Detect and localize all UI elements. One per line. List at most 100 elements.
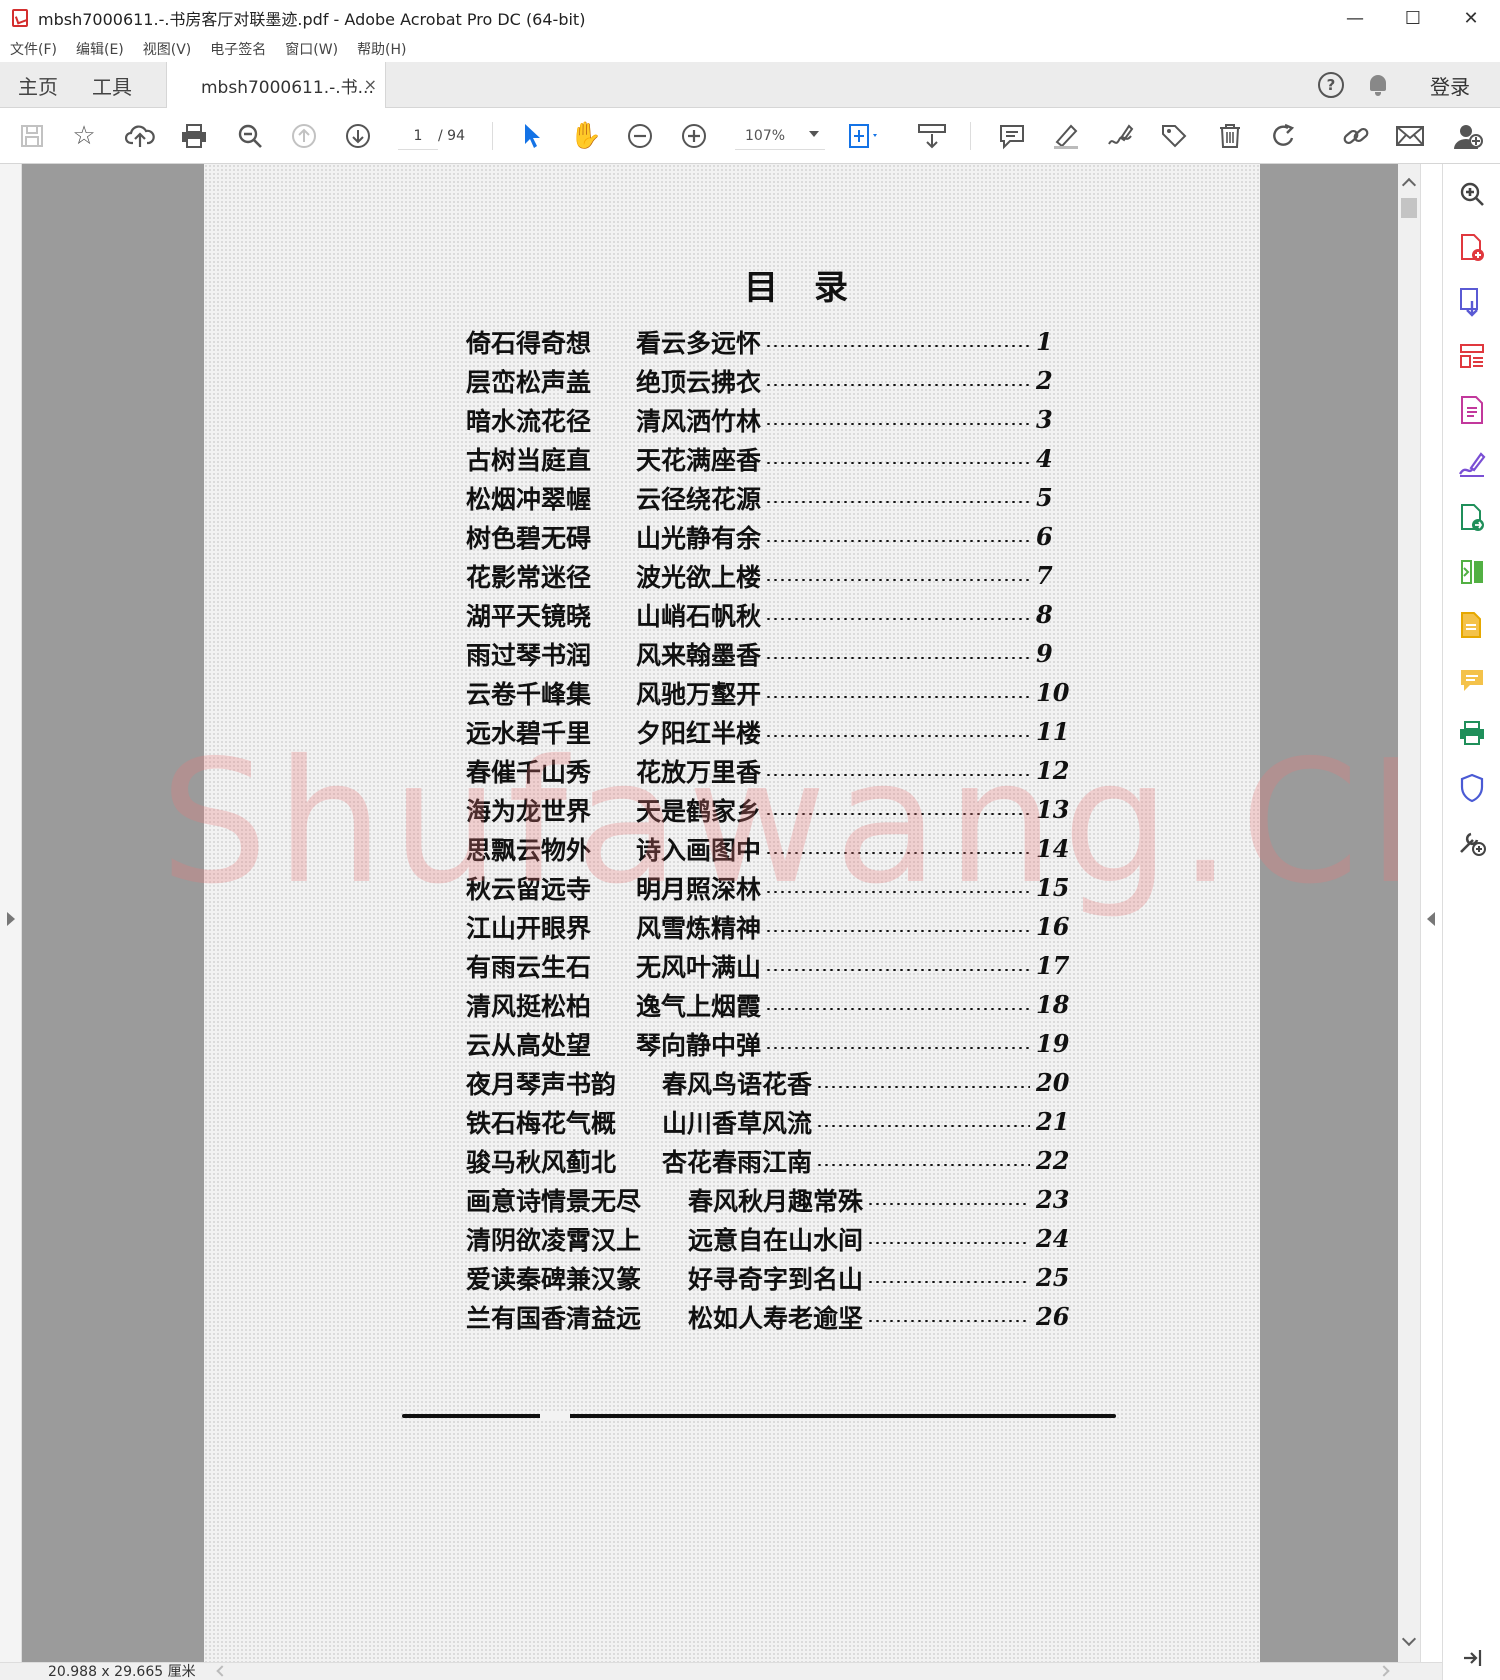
menu-esign[interactable]: 电子签名 — [210, 39, 266, 59]
close-button[interactable]: ✕ — [1442, 0, 1500, 36]
acrobat-app-icon — [12, 9, 28, 27]
save-icon[interactable] — [14, 118, 50, 154]
toc-upper-line: 有雨云生石 — [466, 952, 592, 982]
vertical-scrollbar[interactable] — [1398, 164, 1420, 1662]
toc-row: 远水碧千里 夕阳红半楼 11 — [466, 712, 1069, 751]
toc-row: 清风挺松柏 逸气上烟霞 18 — [466, 985, 1069, 1024]
toc-page-number: 16 — [1036, 912, 1070, 941]
tab-close-icon[interactable]: × — [364, 75, 377, 94]
export-pdf-icon[interactable] — [1456, 286, 1488, 318]
toc-row: 有雨云生石 无风叶满山 17 — [466, 946, 1069, 985]
toc-leader-dots — [765, 421, 1030, 426]
menu-file[interactable]: 文件(F) — [10, 39, 57, 59]
scroll-left-icon[interactable] — [216, 1665, 228, 1677]
organize-pages-icon[interactable] — [1456, 340, 1488, 372]
select-arrow-icon[interactable] — [514, 118, 550, 154]
protect-icon[interactable] — [1456, 772, 1488, 804]
toc-page-number: 3 — [1036, 405, 1053, 434]
toc-lower-line: 波光欲上楼 — [636, 562, 762, 592]
toc-lower-line: 绝顶云拂衣 — [636, 367, 762, 397]
page-title: 目录 — [744, 268, 884, 308]
zoom-out-magnifier-icon[interactable] — [232, 118, 268, 154]
scroll-up-icon[interactable] — [1401, 177, 1417, 193]
toc-row: 兰有国香清益远 松如人寿老逾坚 26 — [466, 1297, 1069, 1336]
search-zoom-icon[interactable] — [1456, 178, 1488, 210]
toc-lower-line: 花放万里香 — [636, 757, 762, 787]
help-icon[interactable]: ? — [1318, 72, 1344, 98]
document-background: 目录 倚石得奇想 看云多远怀 1 层峦松声盖 绝顶云拂衣 2 暗水流花径 清风洒竹林 3 古树当庭… — [22, 164, 1494, 1662]
add-user-icon[interactable] — [1450, 118, 1486, 154]
toc-lower-line: 云径绕花源 — [636, 484, 762, 514]
menu-edit[interactable]: 编辑(E) — [76, 39, 124, 59]
email-icon[interactable] — [1392, 118, 1428, 154]
left-panel-toggle[interactable] — [0, 164, 22, 1662]
menu-view[interactable]: 视图(V) — [143, 39, 192, 59]
tab-tools[interactable]: 工具 — [92, 62, 132, 108]
toc-page-number: 7 — [1036, 561, 1053, 590]
comment-icon[interactable] — [994, 118, 1030, 154]
page-up-icon[interactable] — [286, 118, 322, 154]
toc-upper-line: 倚石得奇想 — [466, 328, 592, 358]
toc-page-number: 22 — [1036, 1146, 1070, 1175]
cloud-upload-icon[interactable] — [122, 118, 158, 154]
toc-row: 江山开眼界 风雪炼精神 16 — [466, 907, 1070, 946]
edit-pdf-icon[interactable] — [1456, 394, 1488, 426]
document-viewport[interactable]: 目录 倚石得奇想 看云多远怀 1 层峦松声盖 绝顶云拂衣 2 暗水流花径 清风洒竹林 3 古树当庭… — [0, 164, 1494, 1662]
page-number-input[interactable]: 1 — [398, 122, 438, 150]
toc-page-number: 5 — [1036, 483, 1053, 512]
toc-upper-line: 江山开眼界 — [466, 913, 592, 943]
stamp-icon[interactable] — [1156, 118, 1192, 154]
fit-page-icon[interactable] — [846, 118, 882, 154]
toc-upper-line: 海为龙世界 — [466, 796, 592, 826]
toc-row: 清阴欲凌霄汉上 远意自在山水间 24 — [466, 1219, 1069, 1258]
print-production-icon[interactable] — [1456, 718, 1488, 750]
scroll-thumb[interactable] — [1401, 198, 1417, 218]
menu-window[interactable]: 窗口(W) — [285, 39, 338, 59]
page-down-icon[interactable] — [340, 118, 376, 154]
maximize-button[interactable]: ☐ — [1384, 0, 1442, 36]
print-icon[interactable] — [176, 118, 212, 154]
delete-icon[interactable] — [1212, 118, 1248, 154]
toc-upper-line: 古树当庭直 — [466, 445, 592, 475]
scroll-right-icon[interactable] — [1378, 1665, 1390, 1677]
fill-sign-icon[interactable] — [1456, 448, 1488, 480]
toc-leader-dots — [867, 1240, 1030, 1245]
toc-upper-line: 爱读秦碑兼汉篆 — [466, 1264, 642, 1294]
login-button[interactable]: 登录 — [1430, 71, 1470, 100]
zoom-level-select[interactable]: 107% — [735, 122, 825, 150]
zoom-level-value: 107% — [745, 127, 786, 144]
bookmark-star-icon[interactable]: ☆ — [66, 118, 102, 154]
scroll-down-icon[interactable] — [1401, 1631, 1417, 1647]
compare-icon[interactable] — [1456, 556, 1488, 588]
toc-row: 雨过琴书润 风来翰墨香 9 — [466, 634, 1066, 673]
toc-leader-dots — [765, 616, 1030, 621]
sign-icon[interactable] — [1102, 118, 1138, 154]
send-for-signature-icon[interactable] — [1456, 502, 1488, 534]
notification-bell-icon[interactable] — [1366, 73, 1390, 97]
more-tools-icon[interactable] — [1456, 826, 1488, 858]
minimize-button[interactable]: — — [1326, 0, 1384, 36]
toc-page-number: 15 — [1036, 873, 1070, 902]
zoom-plus-icon[interactable] — [676, 118, 712, 154]
collapse-pane-icon[interactable] — [1456, 1642, 1488, 1674]
menu-help[interactable]: 帮助(H) — [357, 39, 406, 59]
rotate-icon[interactable] — [1266, 118, 1302, 154]
comment-tool-icon[interactable] — [1456, 664, 1488, 696]
tools-pane-toggle[interactable] — [1420, 164, 1442, 1662]
toolbar-divider — [970, 122, 971, 150]
tab-document[interactable]: mbsh7000611.-.书... × — [166, 62, 386, 109]
zoom-minus-icon[interactable] — [622, 118, 658, 154]
table-of-contents: 倚石得奇想 看云多远怀 1 层峦松声盖 绝顶云拂衣 2 暗水流花径 清风洒竹林 3 古树当庭直 天花… — [466, 322, 1070, 1336]
keyboard-scroll-icon[interactable] — [914, 118, 950, 154]
create-pdf-icon[interactable] — [1456, 232, 1488, 264]
hand-icon[interactable]: ✋ — [568, 118, 604, 154]
toc-lower-line: 风来翰墨香 — [636, 640, 762, 670]
toc-leader-dots — [816, 1162, 1030, 1167]
redact-icon[interactable] — [1456, 610, 1488, 642]
highlight-icon[interactable] — [1048, 118, 1084, 154]
toc-leader-dots — [765, 382, 1030, 387]
tab-home[interactable]: 主页 — [18, 62, 58, 108]
link-icon[interactable] — [1338, 118, 1374, 154]
toc-upper-line: 雨过琴书润 — [466, 640, 592, 670]
toolbar: ☆ 1 / 94 ✋ 107% — [0, 108, 1500, 164]
